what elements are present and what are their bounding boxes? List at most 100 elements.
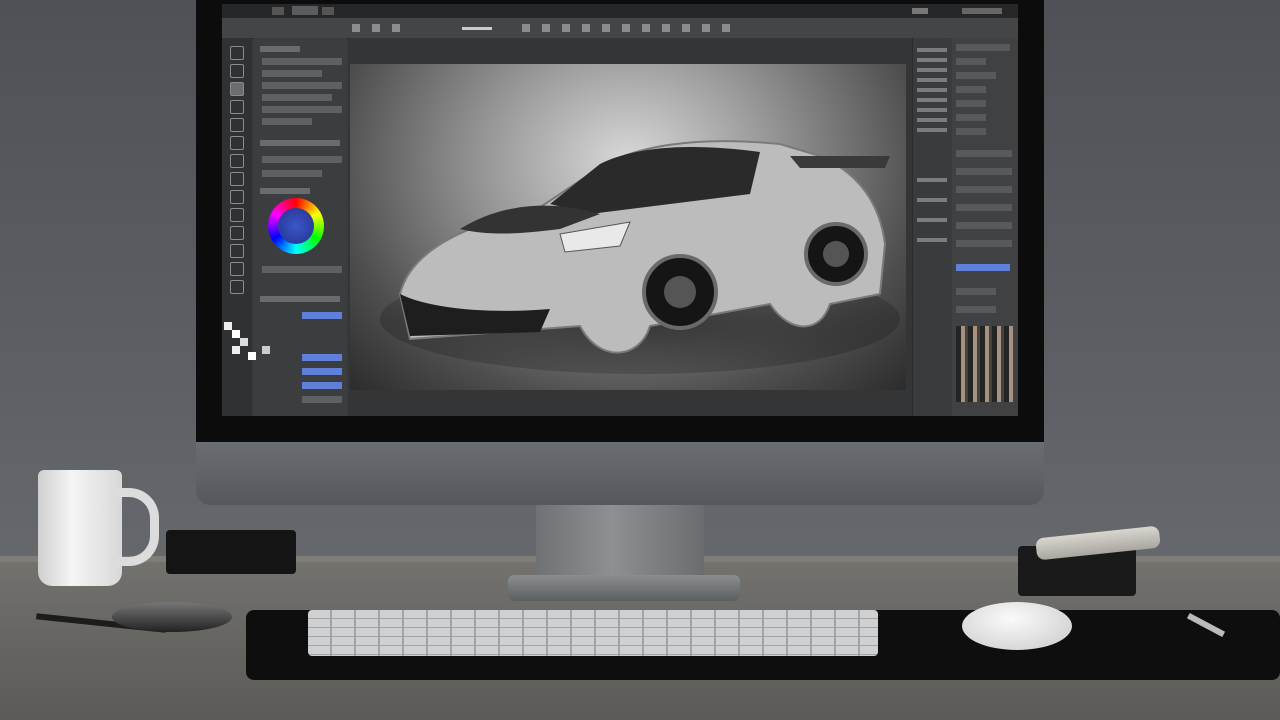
panel-field[interactable] bbox=[302, 396, 342, 403]
panel-field[interactable] bbox=[956, 168, 1012, 175]
car-image bbox=[398, 140, 890, 354]
option-icon[interactable] bbox=[372, 24, 380, 32]
options-bar bbox=[222, 18, 1018, 39]
menu-item[interactable] bbox=[322, 7, 334, 15]
panel-row[interactable] bbox=[917, 198, 947, 202]
panel-field-selected[interactable] bbox=[956, 264, 1010, 271]
window-control[interactable] bbox=[962, 8, 1002, 14]
panel-row[interactable] bbox=[917, 118, 947, 122]
tool-icon[interactable] bbox=[230, 226, 244, 240]
tool-icon[interactable] bbox=[230, 118, 244, 132]
option-icon[interactable] bbox=[722, 24, 730, 32]
tool-icon[interactable] bbox=[230, 64, 244, 78]
panel-field[interactable] bbox=[956, 128, 986, 135]
panel-field[interactable] bbox=[956, 150, 1012, 157]
option-icon[interactable] bbox=[622, 24, 630, 32]
panel-row[interactable] bbox=[917, 108, 947, 112]
swatch[interactable] bbox=[232, 330, 240, 338]
panel-row[interactable] bbox=[917, 238, 947, 242]
window-control[interactable] bbox=[912, 8, 928, 14]
tool-icon-active[interactable] bbox=[230, 82, 244, 96]
option-icon[interactable] bbox=[582, 24, 590, 32]
option-icon[interactable] bbox=[682, 24, 690, 32]
monitor-stand-foot bbox=[508, 575, 740, 601]
keyboard[interactable] bbox=[308, 610, 878, 656]
mouse[interactable] bbox=[962, 602, 1072, 650]
panel-row[interactable] bbox=[917, 218, 947, 222]
panel-row[interactable] bbox=[917, 128, 947, 132]
image-canvas[interactable] bbox=[350, 64, 906, 390]
option-icon[interactable] bbox=[702, 24, 710, 32]
panel-field[interactable] bbox=[262, 266, 342, 273]
option-icon[interactable] bbox=[662, 24, 670, 32]
panel-field[interactable] bbox=[956, 86, 986, 93]
tool-icon[interactable] bbox=[230, 154, 244, 168]
tool-icon[interactable] bbox=[230, 280, 244, 294]
panel-divider bbox=[260, 296, 340, 302]
panel-field-selected[interactable] bbox=[302, 312, 342, 319]
glasses bbox=[112, 602, 232, 632]
option-icon[interactable] bbox=[602, 24, 610, 32]
panel-field[interactable] bbox=[262, 82, 342, 89]
option-slider[interactable] bbox=[462, 27, 492, 30]
option-icon[interactable] bbox=[522, 24, 530, 32]
panel-field[interactable] bbox=[956, 222, 1012, 229]
option-icon[interactable] bbox=[542, 24, 550, 32]
panel-row[interactable] bbox=[917, 178, 947, 182]
panel-field[interactable] bbox=[262, 170, 322, 177]
panel-field[interactable] bbox=[262, 106, 342, 113]
panel-field[interactable] bbox=[956, 288, 996, 295]
menu-item[interactable] bbox=[272, 7, 284, 15]
panel-row[interactable] bbox=[917, 48, 947, 52]
history-panel bbox=[912, 38, 951, 416]
panel-row[interactable] bbox=[917, 78, 947, 82]
panel-field[interactable] bbox=[262, 70, 322, 77]
tool-icon[interactable] bbox=[230, 100, 244, 114]
option-icon[interactable] bbox=[642, 24, 650, 32]
menu-item-active[interactable] bbox=[292, 6, 318, 15]
panel-field[interactable] bbox=[956, 186, 1012, 193]
panel-field-selected[interactable] bbox=[302, 354, 342, 361]
panel-row[interactable] bbox=[917, 88, 947, 92]
menu-bar bbox=[222, 4, 1018, 18]
tool-icon[interactable] bbox=[230, 46, 244, 60]
color-swatches bbox=[224, 322, 280, 366]
panel-field[interactable] bbox=[956, 204, 1012, 211]
mug-handle bbox=[112, 488, 159, 566]
panel-field[interactable] bbox=[956, 100, 986, 107]
swatch[interactable] bbox=[224, 322, 232, 330]
car-spoiler bbox=[790, 156, 890, 168]
tool-icon[interactable] bbox=[230, 190, 244, 204]
tool-icon[interactable] bbox=[230, 208, 244, 222]
panel-field[interactable] bbox=[956, 72, 996, 79]
layer-thumbnails-icon[interactable] bbox=[956, 326, 1014, 402]
panel-field[interactable] bbox=[956, 114, 986, 121]
panel-row[interactable] bbox=[917, 98, 947, 102]
panel-field[interactable] bbox=[262, 118, 312, 125]
panel-field-selected[interactable] bbox=[302, 368, 342, 375]
swatch[interactable] bbox=[232, 346, 240, 354]
panel-field[interactable] bbox=[956, 44, 1010, 51]
panel-field[interactable] bbox=[956, 306, 996, 313]
swatch[interactable] bbox=[240, 338, 248, 346]
speaker bbox=[166, 530, 296, 574]
option-icon[interactable] bbox=[562, 24, 570, 32]
panel-field[interactable] bbox=[956, 240, 1012, 247]
tool-icon[interactable] bbox=[230, 172, 244, 186]
swatch[interactable] bbox=[248, 352, 256, 360]
panel-field-selected[interactable] bbox=[302, 382, 342, 389]
car-wheel-hub bbox=[664, 276, 696, 308]
swatch[interactable] bbox=[262, 346, 270, 354]
tool-icon[interactable] bbox=[230, 244, 244, 258]
panel-field[interactable] bbox=[262, 156, 342, 163]
tool-icon[interactable] bbox=[230, 262, 244, 276]
panel-field[interactable] bbox=[262, 94, 332, 101]
mug bbox=[38, 470, 122, 586]
panel-row[interactable] bbox=[917, 68, 947, 72]
option-icon[interactable] bbox=[392, 24, 400, 32]
panel-row[interactable] bbox=[917, 58, 947, 62]
tool-icon[interactable] bbox=[230, 136, 244, 150]
option-icon[interactable] bbox=[352, 24, 360, 32]
panel-field[interactable] bbox=[262, 58, 342, 65]
panel-field[interactable] bbox=[956, 58, 986, 65]
